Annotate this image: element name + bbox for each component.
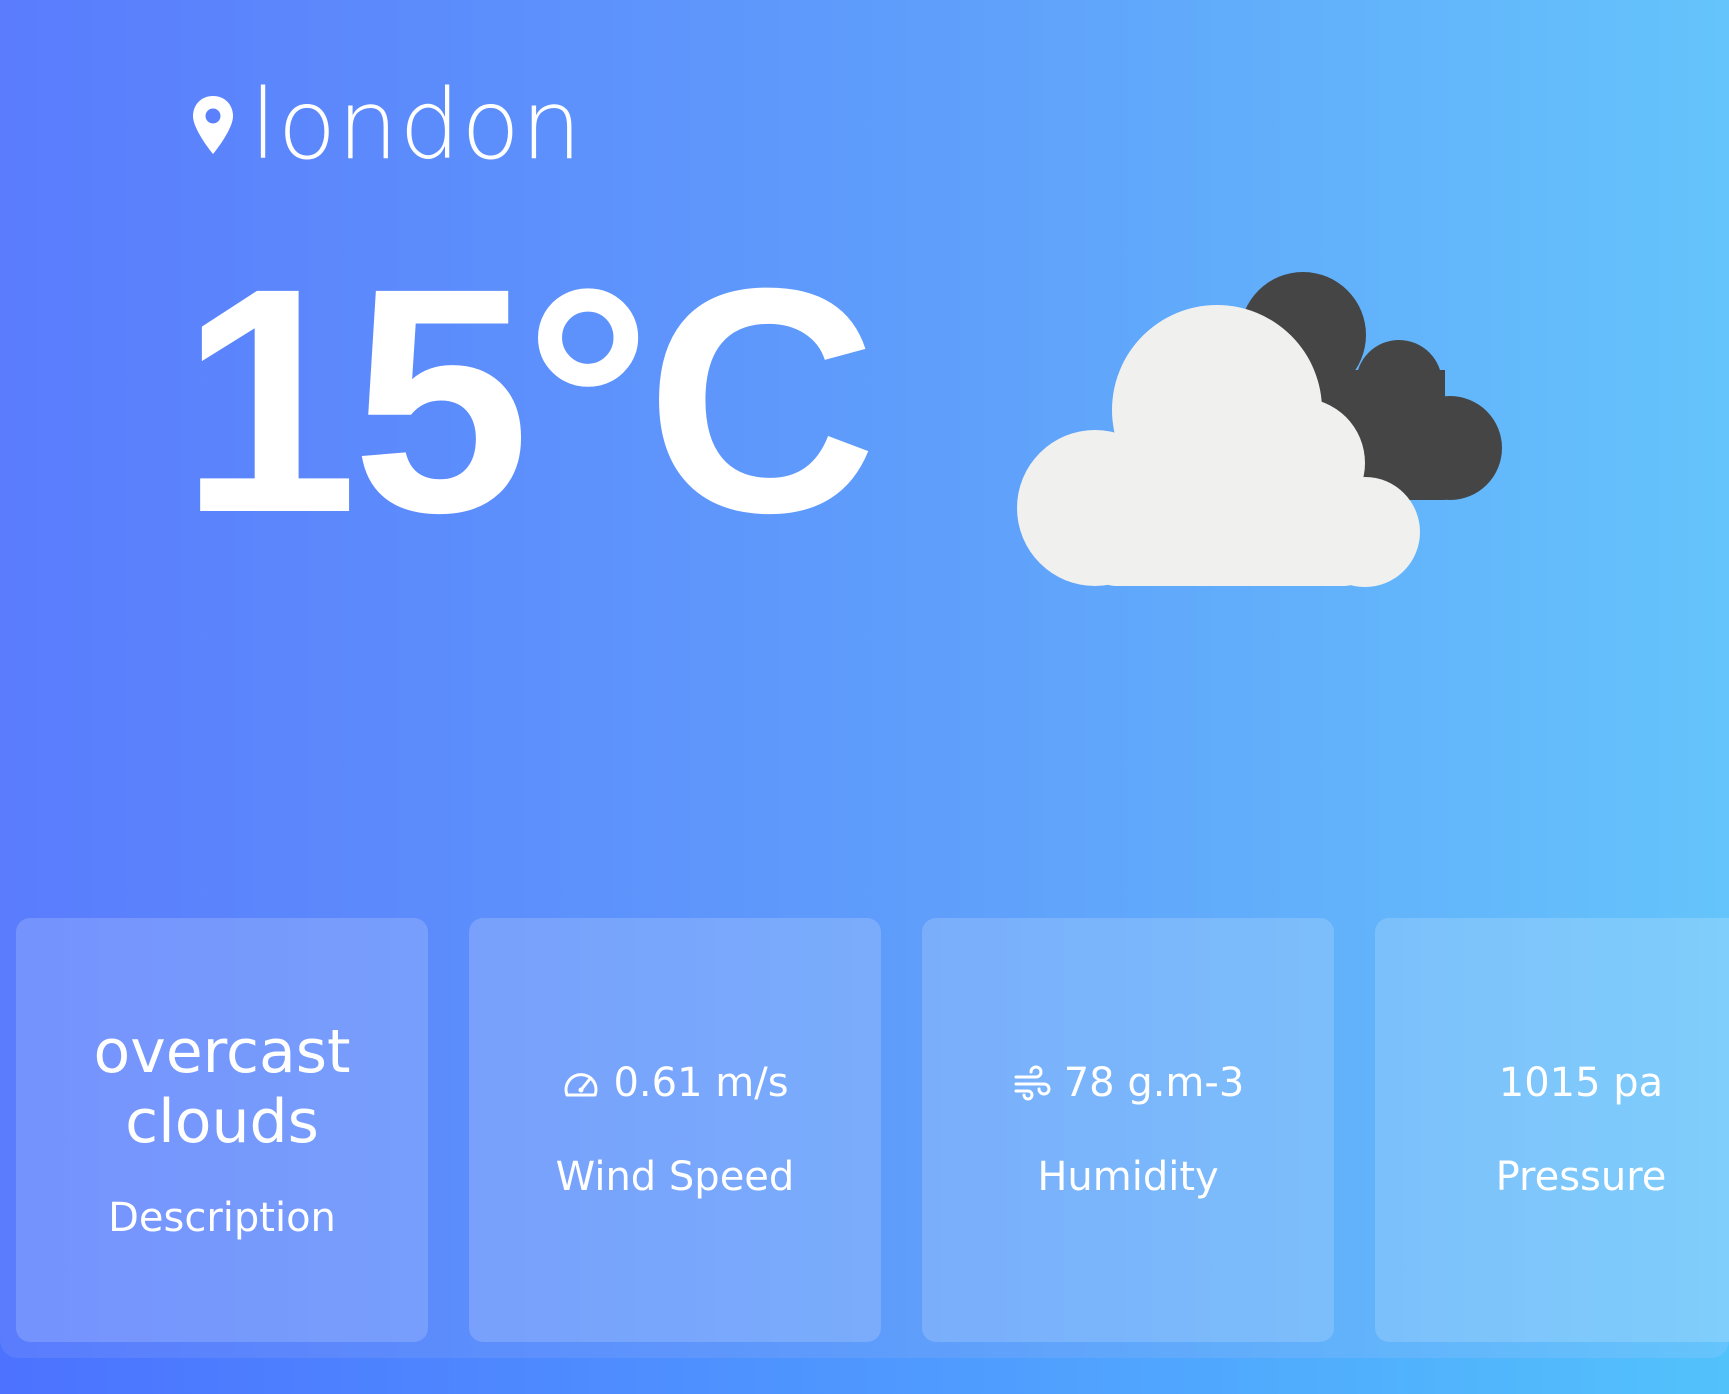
stats-row: overcast clouds Description 0.61 m/s Win… <box>16 918 1729 1342</box>
city-name: london <box>250 69 583 181</box>
location-pin-icon <box>193 96 233 154</box>
pressure-card: 1015 pa Pressure <box>1375 918 1729 1342</box>
humidity-value: 78 g.m-3 <box>1063 1060 1245 1106</box>
wind-speed-label: Wind Speed <box>555 1154 795 1200</box>
pressure-row: 1015 pa <box>1499 1058 1663 1108</box>
humidity-card: 78 g.m-3 Humidity <box>922 918 1334 1342</box>
description-label: Description <box>108 1195 336 1241</box>
wind-icon <box>1014 1065 1051 1101</box>
weather-card: london 15°C overcast clouds Description <box>0 0 1729 1358</box>
speedometer-icon <box>564 1073 598 1097</box>
description-line-1: overcast <box>93 1017 351 1087</box>
humidity-label: Humidity <box>1037 1154 1219 1200</box>
pressure-value: 1015 pa <box>1498 1060 1664 1106</box>
pressure-label: Pressure <box>1495 1154 1667 1200</box>
location-header: london <box>190 70 583 180</box>
description-card: overcast clouds Description <box>16 918 428 1342</box>
wind-speed-row: 0.61 m/s <box>561 1058 789 1108</box>
humidity-row: 78 g.m-3 <box>1012 1058 1245 1108</box>
clouds-icon <box>1017 272 1502 587</box>
temperature: 15°C <box>180 221 877 579</box>
description-line-2: clouds <box>125 1087 319 1157</box>
wind-speed-card: 0.61 m/s Wind Speed <box>469 918 881 1342</box>
wind-speed-value: 0.61 m/s <box>613 1060 789 1106</box>
